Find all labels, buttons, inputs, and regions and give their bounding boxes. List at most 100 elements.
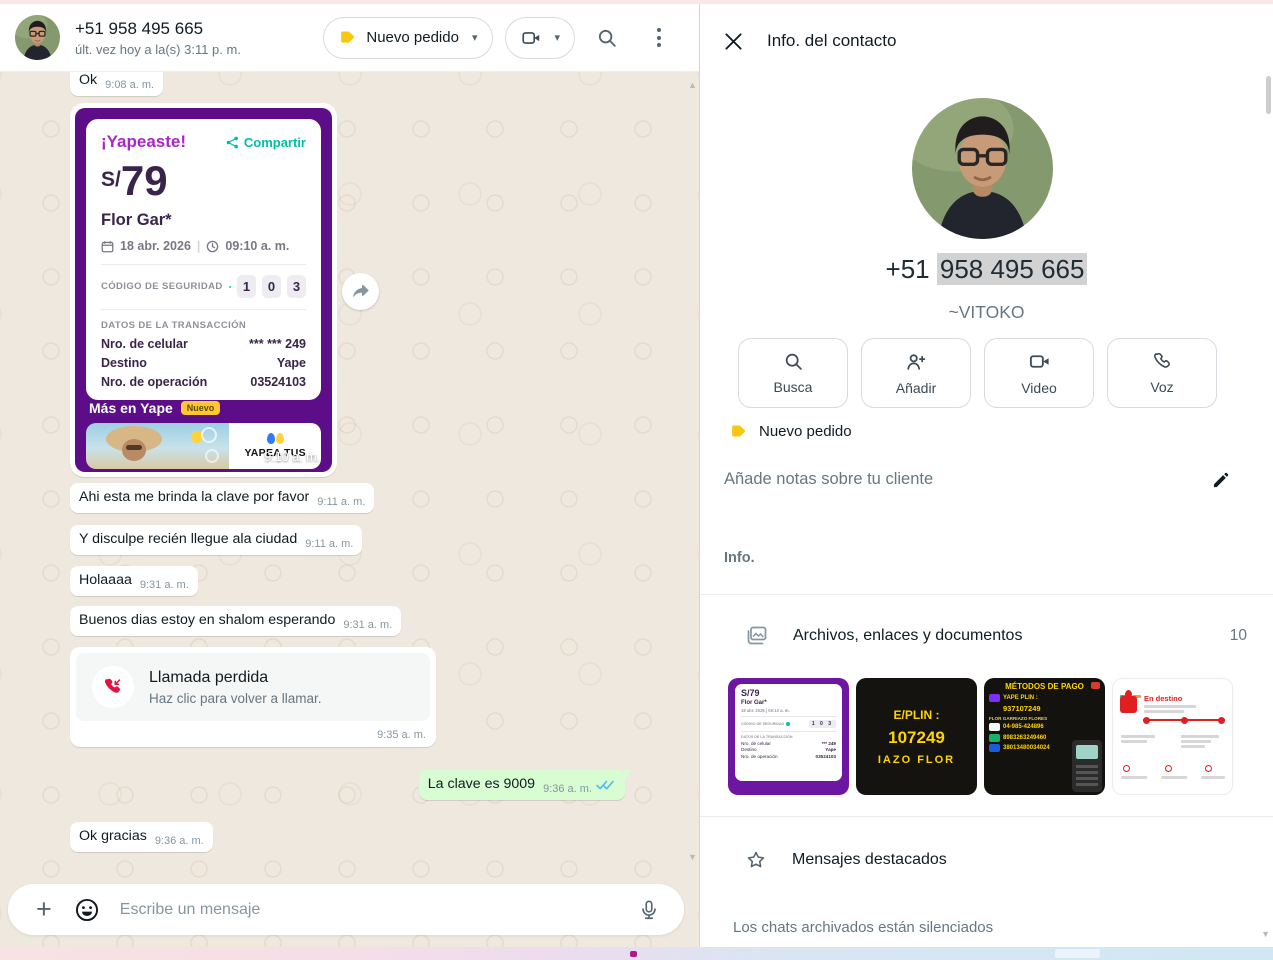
message-in: Buenos dias estoy en shalom esperando9:3… bbox=[70, 606, 401, 636]
order-label-text: Nuevo pedido bbox=[759, 423, 852, 440]
contact-info-pane: Info. del contacto +51 958 495 665 ~VITO… bbox=[699, 4, 1273, 947]
client-notes-field[interactable]: Añade notas sobre tu cliente bbox=[724, 470, 933, 489]
attach-button[interactable]: + bbox=[36, 896, 52, 923]
contact-name: +51 958 495 665 bbox=[75, 19, 241, 39]
media-thumb-tracking[interactable]: En destino bbox=[1112, 678, 1233, 795]
new-badge: Nuevo bbox=[181, 401, 221, 415]
contact-avatar[interactable] bbox=[15, 15, 60, 60]
receipt-payee: Flor Gar* bbox=[101, 211, 306, 230]
scroll-down-arrow[interactable]: ▼ bbox=[1261, 929, 1270, 939]
info-header: Info. del contacto bbox=[724, 31, 896, 51]
message-out: La clave es 90099:36 a. m. bbox=[419, 770, 625, 800]
starred-messages-row[interactable]: Mensajes destacados bbox=[745, 849, 947, 871]
edit-notes-button[interactable] bbox=[1211, 470, 1231, 490]
chevron-down-icon: ▾ bbox=[554, 31, 560, 44]
receipt-currency: S/ bbox=[101, 168, 121, 202]
media-gallery-icon bbox=[745, 624, 769, 648]
voice-call-button[interactable]: Voz bbox=[1107, 338, 1217, 408]
emoji-button[interactable] bbox=[74, 897, 100, 923]
banner-photo bbox=[86, 423, 229, 469]
video-call-button[interactable]: ▾ bbox=[505, 17, 575, 59]
thumb-digits: 1 0 3 bbox=[809, 720, 836, 728]
order-label-text: Nuevo pedido bbox=[366, 29, 459, 46]
thumb-text: E/PLIN : bbox=[893, 708, 939, 722]
thumb-status: En destino bbox=[1144, 694, 1182, 703]
scroll-down-arrow[interactable]: ▼ bbox=[688, 852, 697, 862]
yape-receipt-body: ¡Yapeaste! Compartir S/ 79 Flor Gar* bbox=[86, 119, 321, 400]
chat-pane: +51 958 495 665 últ. vez hoy a la(s) 3:1… bbox=[0, 0, 699, 960]
search-in-chat-button[interactable] bbox=[587, 18, 627, 58]
kebab-menu-icon bbox=[657, 28, 661, 47]
pos-terminal-graphic bbox=[1072, 740, 1102, 792]
avatar-illustration bbox=[15, 15, 60, 60]
avatar-illustration bbox=[912, 98, 1053, 239]
yape-receipt-card: ¡Yapeaste! Compartir S/ 79 Flor Gar* bbox=[75, 108, 332, 472]
clock-icon bbox=[206, 240, 219, 253]
scroll-up-arrow[interactable]: ▲ bbox=[688, 80, 697, 90]
call-back-button[interactable]: Llamada perdida Haz clic para volver a l… bbox=[76, 653, 430, 721]
receipt-row: DestinoYape bbox=[101, 356, 306, 370]
receipt-amount: 79 bbox=[121, 160, 168, 202]
window-bottom-edge bbox=[0, 947, 1273, 960]
package-icon bbox=[1120, 696, 1137, 713]
message-in: Y disculpe recién llegue ala ciudad 9:11 … bbox=[70, 525, 362, 555]
message-text: Ok bbox=[79, 72, 97, 88]
yape-logo-icon bbox=[267, 433, 284, 444]
message-time: 9:11 a. m. bbox=[305, 538, 353, 550]
panel-title: Info. del contacto bbox=[767, 31, 896, 51]
video-action-button[interactable]: Video bbox=[984, 338, 1094, 408]
search-action-button[interactable]: Busca bbox=[738, 338, 848, 408]
contact-avatar-large[interactable] bbox=[912, 98, 1053, 239]
security-code-digits: 1 0 3 bbox=[237, 275, 306, 298]
media-thumbnails: S/79 Flor Gar* 18 abr. 2026 | 09:10 a. m… bbox=[728, 678, 1233, 795]
message-text: Buenos dias estoy en shalom esperando bbox=[79, 612, 335, 628]
close-panel-button[interactable] bbox=[724, 32, 743, 51]
share-button[interactable]: Compartir bbox=[226, 135, 306, 150]
missed-call-icon-circle bbox=[92, 666, 134, 708]
thumb-text: IAZO FLOR bbox=[878, 754, 955, 766]
message-text: La clave es 9009 bbox=[428, 776, 535, 792]
thumb-receipt-card: S/79 Flor Gar* 18 abr. 2026 | 09:10 a. m… bbox=[735, 684, 842, 781]
contact-meta[interactable]: +51 958 495 665 últ. vez hoy a la(s) 3:1… bbox=[75, 19, 241, 57]
message-in: Ok gracias9:36 a. m. bbox=[70, 822, 213, 852]
message-in: Ahi esta me brinda la clave por favor9:1… bbox=[70, 483, 374, 513]
message-text: Ahi esta me brinda la clave por favor bbox=[79, 489, 309, 505]
tracking-progress bbox=[1143, 719, 1225, 721]
pencil-icon bbox=[1211, 470, 1231, 490]
contact-phone-number: +51 958 495 665 bbox=[700, 254, 1273, 285]
media-thumb-yape-receipt[interactable]: S/79 Flor Gar* 18 abr. 2026 | 09:10 a. m… bbox=[728, 678, 849, 795]
media-links-docs-row[interactable]: Archivos, enlaces y documentos 10 bbox=[700, 624, 1273, 648]
phone-icon bbox=[1152, 351, 1173, 372]
search-icon bbox=[596, 27, 618, 49]
order-label-button[interactable]: Nuevo pedido ▾ bbox=[323, 17, 493, 59]
chevron-down-icon: ▾ bbox=[472, 31, 478, 44]
yape-title: ¡Yapeaste! bbox=[101, 132, 186, 152]
media-thumb-payment-methods[interactable]: MÉTODOS DE PAGO YAPE PLIN : 937107249 FL… bbox=[984, 678, 1105, 795]
forward-message-button[interactable] bbox=[342, 273, 379, 310]
thumb-payee: Flor Gar* bbox=[741, 700, 836, 706]
receipt-datetime: 18 abr. 2026 | 09:10 a. m. bbox=[101, 239, 306, 253]
thumb-security-label: CÓDIGO DE SEGURIDAD bbox=[741, 722, 784, 726]
voice-message-button[interactable] bbox=[638, 899, 660, 921]
receipt-time: 09:10 a. m. bbox=[225, 239, 289, 253]
message-receipt-image[interactable]: ¡Yapeaste! Compartir S/ 79 Flor Gar* bbox=[70, 103, 337, 477]
media-count: 10 bbox=[1230, 627, 1247, 645]
message-time: 9:35 a. m. bbox=[76, 721, 430, 747]
media-thumb-plin[interactable]: E/PLIN : 107249 IAZO FLOR bbox=[856, 678, 977, 795]
phone-prefix: +51 bbox=[886, 254, 937, 284]
order-label-row[interactable]: Nuevo pedido bbox=[730, 423, 852, 440]
window-top-edge bbox=[0, 0, 1273, 4]
info-icon[interactable] bbox=[229, 280, 231, 294]
receipt-row: Nro. de celular*** *** 249 bbox=[101, 337, 306, 351]
add-contact-button[interactable]: Añadir bbox=[861, 338, 971, 408]
chat-menu-button[interactable] bbox=[639, 18, 679, 58]
message-input[interactable]: Escribe un mensaje bbox=[120, 901, 638, 919]
order-tag-icon bbox=[339, 29, 356, 46]
message-text: Holaaaa bbox=[79, 572, 132, 588]
message-text: Y disculpe recién llegue ala ciudad bbox=[79, 531, 297, 547]
contact-alias: ~VITOKO bbox=[700, 302, 1273, 323]
info-section-heading: Info. bbox=[724, 550, 755, 566]
video-camera-icon bbox=[1028, 350, 1051, 373]
panel-scrollbar[interactable] bbox=[1266, 76, 1271, 114]
order-tag-icon bbox=[730, 423, 747, 440]
